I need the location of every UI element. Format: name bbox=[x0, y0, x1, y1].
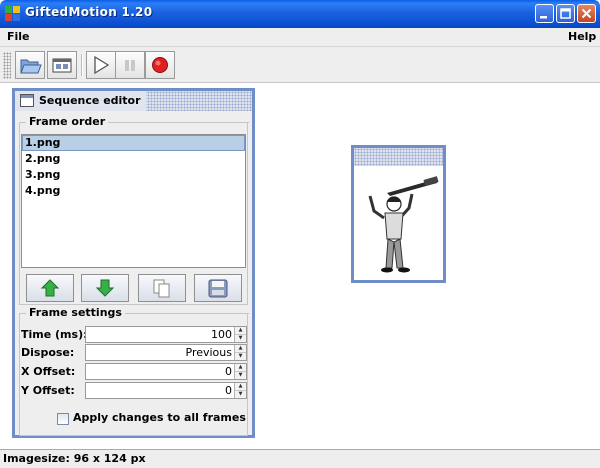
open-folder-icon bbox=[20, 59, 42, 74]
list-item[interactable]: 4.png bbox=[22, 183, 245, 199]
list-item[interactable]: 1.png bbox=[22, 135, 245, 151]
spinner-arrows[interactable]: ▲ ▼ bbox=[234, 383, 246, 398]
spinner-arrows[interactable]: ▲ ▼ bbox=[234, 327, 246, 342]
move-down-icon bbox=[95, 279, 115, 297]
record-button[interactable] bbox=[145, 51, 175, 79]
time-label: Time (ms): bbox=[21, 328, 88, 341]
menu-bar: File Help bbox=[0, 28, 600, 46]
toolbar-separator bbox=[81, 54, 83, 76]
move-down-button[interactable] bbox=[81, 274, 129, 302]
move-up-icon bbox=[40, 279, 60, 297]
copy-icon bbox=[153, 279, 170, 298]
save-icon bbox=[208, 279, 228, 298]
main-area: Sequence editor Frame order 1.png 2.png … bbox=[0, 83, 600, 449]
record-icon bbox=[152, 57, 168, 73]
sequence-editor-titlebar[interactable]: Sequence editor bbox=[15, 91, 252, 111]
preview-titlebar[interactable] bbox=[354, 148, 443, 166]
toolbar-grip[interactable] bbox=[3, 52, 11, 79]
frame-list[interactable]: 1.png 2.png 3.png 4.png bbox=[21, 134, 246, 268]
dispose-label: Dispose: bbox=[21, 346, 75, 359]
toolbar bbox=[0, 46, 600, 83]
dispose-value: Previous bbox=[185, 346, 233, 359]
play-button[interactable] bbox=[86, 51, 116, 79]
x-offset-label: X Offset: bbox=[21, 365, 76, 378]
maximize-button[interactable] bbox=[556, 4, 575, 23]
save-frame-button[interactable] bbox=[194, 274, 242, 302]
menu-file[interactable]: File bbox=[7, 30, 30, 43]
dispose-spinner[interactable]: Previous ▲ ▼ bbox=[85, 344, 247, 361]
preview-image bbox=[368, 176, 439, 273]
time-spinner[interactable]: 100 ▲ ▼ bbox=[85, 326, 247, 343]
sequence-editor: Sequence editor Frame order 1.png 2.png … bbox=[12, 88, 255, 438]
spinner-arrows[interactable]: ▲ ▼ bbox=[234, 364, 246, 379]
app-icon bbox=[5, 6, 21, 22]
pause-icon bbox=[125, 60, 135, 71]
title-bar: GiftedMotion 1.20 bbox=[0, 0, 600, 28]
open-button[interactable] bbox=[15, 51, 45, 79]
frame-settings-label: Frame settings bbox=[26, 306, 125, 319]
status-bar: Imagesize: 96 x 124 px bbox=[0, 449, 600, 468]
frames-button[interactable] bbox=[47, 51, 77, 79]
y-offset-value: 0 bbox=[225, 384, 232, 397]
x-offset-spinner[interactable]: 0 ▲ ▼ bbox=[85, 363, 247, 380]
y-offset-label: Y Offset: bbox=[21, 384, 75, 397]
copy-frame-button[interactable] bbox=[138, 274, 186, 302]
sequence-editor-title: Sequence editor bbox=[39, 94, 141, 107]
preview-window bbox=[351, 145, 446, 283]
frames-icon bbox=[52, 58, 72, 73]
spinner-arrows[interactable]: ▲ ▼ bbox=[234, 345, 246, 360]
x-offset-value: 0 bbox=[225, 365, 232, 378]
time-value: 100 bbox=[211, 328, 232, 341]
play-icon bbox=[94, 55, 110, 75]
window-title: GiftedMotion 1.20 bbox=[25, 5, 153, 19]
status-text: Imagesize: 96 x 124 px bbox=[3, 452, 146, 465]
minimize-button[interactable] bbox=[535, 4, 554, 23]
move-up-button[interactable] bbox=[26, 274, 74, 302]
pause-button[interactable] bbox=[115, 51, 145, 79]
apply-all-checkbox[interactable] bbox=[57, 413, 69, 425]
window-frame-icon bbox=[20, 94, 34, 107]
list-item[interactable]: 3.png bbox=[22, 167, 245, 183]
close-button[interactable] bbox=[577, 4, 596, 23]
apply-all-label[interactable]: Apply changes to all frames bbox=[73, 411, 246, 424]
y-offset-spinner[interactable]: 0 ▲ ▼ bbox=[85, 382, 247, 399]
list-item[interactable]: 2.png bbox=[22, 151, 245, 167]
menu-help[interactable]: Help bbox=[568, 30, 596, 43]
frame-order-label: Frame order bbox=[26, 115, 109, 128]
